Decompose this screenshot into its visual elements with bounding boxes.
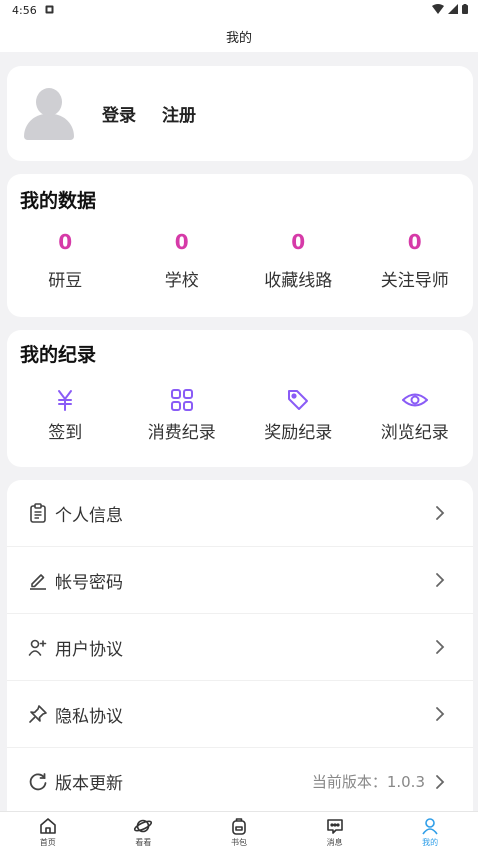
yen-icon bbox=[51, 386, 79, 414]
profile-card: 登录 注册 bbox=[7, 66, 473, 161]
my-records-card: 我的纪录 签到 消费纪录 奖励纪录 浏览纪录 bbox=[7, 330, 473, 467]
tab-label: 书包 bbox=[230, 838, 247, 847]
tag-icon bbox=[284, 386, 312, 414]
eye-icon bbox=[401, 386, 429, 414]
app-bar: 我的 bbox=[0, 20, 478, 52]
tab-explore[interactable]: 看看 bbox=[96, 812, 192, 850]
record-checkin[interactable]: 签到 bbox=[7, 386, 124, 443]
tab-label: 首页 bbox=[39, 838, 56, 847]
tab-home[interactable]: 首页 bbox=[0, 812, 96, 850]
stat-followed-mentors[interactable]: 0 关注导师 bbox=[357, 230, 474, 291]
tab-mine[interactable]: 我的 bbox=[382, 812, 478, 850]
record-label: 奖励纪录 bbox=[264, 423, 333, 443]
user-plus-icon bbox=[27, 636, 49, 658]
records-row: 签到 消费纪录 奖励纪录 浏览纪录 bbox=[7, 386, 473, 443]
message-icon bbox=[324, 816, 346, 836]
record-browsing[interactable]: 浏览纪录 bbox=[357, 386, 474, 443]
menu-item-user-agreement[interactable]: 用户协议 bbox=[7, 614, 473, 681]
stat-label: 收藏线路 bbox=[264, 271, 333, 291]
stat-value: 0 bbox=[174, 230, 189, 254]
menu-label: 隐私协议 bbox=[55, 706, 123, 727]
notification-icon bbox=[45, 4, 54, 17]
menu-label: 版本更新 bbox=[55, 774, 123, 794]
tab-messages[interactable]: 消息 bbox=[287, 812, 383, 850]
stat-label: 学校 bbox=[164, 271, 199, 291]
clipboard-icon bbox=[27, 502, 49, 524]
menu-item-account-password[interactable]: 帐号密码 bbox=[7, 547, 473, 614]
my-records-title: 我的纪录 bbox=[20, 344, 97, 366]
my-data-card: 我的数据 0 研豆 0 学校 0 收藏线路 0 关注导师 bbox=[7, 174, 473, 317]
status-bar: 4:56 bbox=[0, 0, 478, 20]
avatar[interactable] bbox=[24, 87, 74, 140]
edit-icon bbox=[27, 569, 49, 591]
record-rewards[interactable]: 奖励纪录 bbox=[240, 386, 357, 443]
chevron-right-icon bbox=[435, 773, 449, 791]
home-icon bbox=[37, 816, 59, 836]
menu-label: 用户协议 bbox=[55, 639, 123, 660]
stat-value: 0 bbox=[58, 230, 73, 254]
stat-research-beans[interactable]: 0 研豆 bbox=[7, 230, 124, 291]
record-label: 浏览纪录 bbox=[380, 423, 449, 443]
planet-icon bbox=[132, 816, 154, 836]
stat-value: 0 bbox=[407, 230, 422, 254]
stat-label: 研豆 bbox=[48, 271, 83, 291]
battery-icon bbox=[462, 3, 468, 17]
chevron-right-icon bbox=[435, 705, 449, 723]
my-data-title: 我的数据 bbox=[20, 190, 97, 212]
stat-value: 0 bbox=[291, 230, 306, 254]
menu-item-personal-info[interactable]: 个人信息 bbox=[7, 480, 473, 547]
stat-saved-routes[interactable]: 0 收藏线路 bbox=[240, 230, 357, 291]
stat-label: 关注导师 bbox=[380, 271, 449, 291]
bottom-nav: 首页 看看 书包 消息 我的 bbox=[0, 811, 478, 850]
tab-backpack[interactable]: 书包 bbox=[191, 812, 287, 850]
record-label: 签到 bbox=[48, 423, 83, 443]
menu-item-privacy-policy[interactable]: 隐私协议 bbox=[7, 681, 473, 748]
current-version: 当前版本：1.0.3 bbox=[311, 773, 425, 791]
login-link[interactable]: 登录 bbox=[102, 101, 136, 126]
tab-label: 看看 bbox=[135, 838, 152, 847]
menu-label: 个人信息 bbox=[55, 505, 123, 526]
record-label: 消费纪录 bbox=[147, 423, 216, 443]
tab-label: 我的 bbox=[422, 838, 439, 847]
refresh-icon bbox=[27, 771, 49, 793]
menu-item-version-update[interactable]: 版本更新 当前版本：1.0.3 bbox=[7, 748, 473, 815]
signal-icon bbox=[448, 3, 458, 17]
chevron-right-icon bbox=[435, 571, 449, 589]
record-consumption[interactable]: 消费纪录 bbox=[124, 386, 241, 443]
settings-menu: 个人信息 帐号密码 用户协议 隐私协议 版本更新 当前版本：1.0.3 bbox=[7, 480, 473, 811]
chevron-right-icon bbox=[435, 638, 449, 656]
stats-row: 0 研豆 0 学校 0 收藏线路 0 关注导师 bbox=[7, 230, 473, 291]
person-icon bbox=[419, 816, 441, 836]
stat-schools[interactable]: 0 学校 bbox=[124, 230, 241, 291]
backpack-icon bbox=[228, 816, 250, 836]
chevron-right-icon bbox=[435, 504, 449, 522]
pin-icon bbox=[27, 703, 49, 725]
tab-label: 消息 bbox=[326, 838, 343, 847]
register-link[interactable]: 注册 bbox=[162, 101, 196, 126]
wifi-icon bbox=[432, 3, 444, 17]
page-title: 我的 bbox=[225, 30, 252, 46]
menu-label: 帐号密码 bbox=[55, 572, 123, 593]
grid-icon bbox=[168, 386, 196, 414]
status-time: 4:56 bbox=[12, 3, 37, 17]
